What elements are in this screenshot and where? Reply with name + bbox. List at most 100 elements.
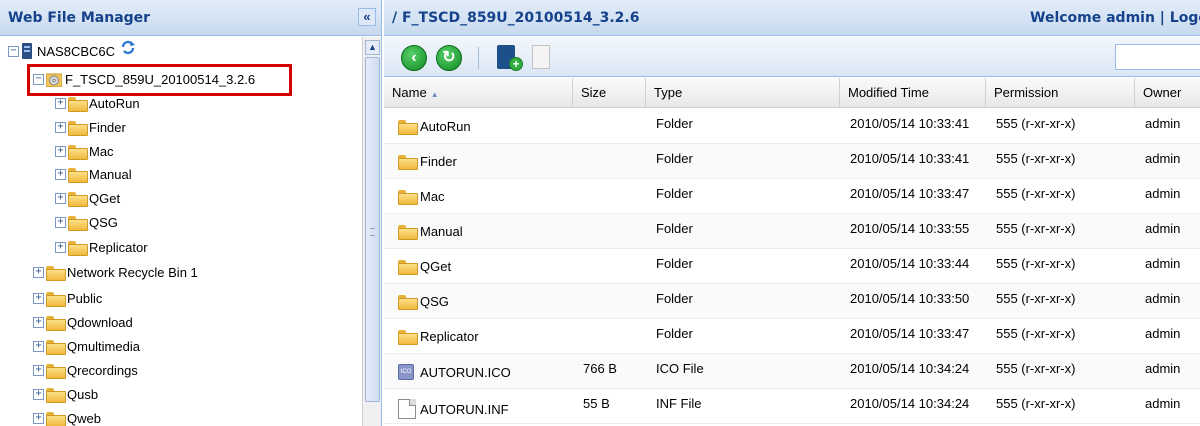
tree-scrollbar[interactable]: ▲ <box>362 37 381 426</box>
tree-node-label: Replicator <box>89 239 148 255</box>
expand-toggle-icon[interactable]: + <box>33 266 44 278</box>
tree-node-qdownload[interactable]: + Qdownload <box>33 311 133 333</box>
table-row[interactable]: QGet Folder 2010/05/14 10:33:44 555 (r-x… <box>384 249 1200 284</box>
file-type: Folder <box>656 256 693 271</box>
expand-toggle-icon[interactable]: + <box>33 292 44 304</box>
column-header-permission[interactable]: Permission <box>986 78 1135 108</box>
file-toolbar: ‹ ↻ + <box>384 37 1200 77</box>
tree-node-finder[interactable]: + Finder <box>55 116 126 138</box>
refresh-icon[interactable] <box>120 40 136 54</box>
collapse-toggle-icon[interactable]: − <box>8 45 19 57</box>
expand-toggle-icon[interactable]: + <box>55 241 66 253</box>
tree-node-label: Public <box>67 290 103 306</box>
tree-node-public[interactable]: + Public <box>33 287 102 309</box>
permission: 555 (r-xr-xr-x) <box>996 186 1076 201</box>
tree-node-qget[interactable]: + QGet <box>55 187 120 209</box>
file-name: QGet <box>420 259 452 274</box>
welcome-text[interactable]: Welcome admin | Logout <box>1030 10 1200 26</box>
collapse-toggle-icon[interactable]: − <box>33 73 44 85</box>
expand-toggle-icon[interactable]: + <box>55 216 66 228</box>
table-row[interactable]: Replicator Folder 2010/05/14 10:33:47 55… <box>384 319 1200 354</box>
tree-node-qrecordings[interactable]: + Qrecordings <box>33 359 138 381</box>
expand-toggle-icon[interactable]: + <box>55 121 66 133</box>
file-table: Name ▲ Size Type Modified Time Permission… <box>384 78 1200 426</box>
file-name-cell: QGet <box>398 259 452 275</box>
tree-node-label: F_TSCD_859U_20100514_3.2.6 <box>65 71 256 87</box>
refresh-button[interactable]: ↻ <box>436 45 462 71</box>
file-name-cell: AutoRun <box>398 119 471 135</box>
folder-icon <box>46 339 66 355</box>
tree-node-qsg[interactable]: + QSG <box>55 211 118 233</box>
expand-toggle-icon[interactable]: + <box>33 340 44 352</box>
table-row[interactable]: ICO AUTORUN.ICO 766 B ICO File 2010/05/14… <box>384 354 1200 389</box>
folder-icon <box>68 191 88 207</box>
file-name-cell: AUTORUN.INF <box>398 399 509 419</box>
new-folder-button[interactable]: + <box>497 45 523 71</box>
tree-panel-header: Web File Manager « <box>0 0 381 36</box>
inf-file-icon <box>398 399 416 419</box>
search-input[interactable] <box>1115 44 1200 70</box>
expand-toggle-icon[interactable]: + <box>55 192 66 204</box>
permission: 555 (r-xr-xr-x) <box>996 291 1076 306</box>
table-header: Name ▲ Size Type Modified Time Permission… <box>384 78 1200 108</box>
scrollbar-thumb[interactable] <box>365 57 380 402</box>
file-list-panel: / F_TSCD_859U_20100514_3.2.6 Welcome adm… <box>384 0 1200 426</box>
table-row[interactable]: Mac Folder 2010/05/14 10:33:47 555 (r-xr… <box>384 179 1200 214</box>
expand-toggle-icon[interactable]: + <box>55 168 66 180</box>
collapse-panel-button[interactable]: « <box>358 8 376 26</box>
file-name-cell: Mac <box>398 189 445 205</box>
tree-node-qweb[interactable]: + Qweb <box>33 407 101 426</box>
table-row[interactable]: Finder Folder 2010/05/14 10:33:41 555 (r… <box>384 144 1200 179</box>
tree-node-nas[interactable]: − NAS8CBC6C <box>8 40 136 62</box>
tree-node-label: NAS8CBC6C <box>37 43 116 59</box>
file-name: Finder <box>420 154 457 169</box>
expand-toggle-icon[interactable]: + <box>33 316 44 328</box>
tree-node-replicator[interactable]: + Replicator <box>55 236 148 258</box>
table-row[interactable]: Manual Folder 2010/05/14 10:33:55 555 (r… <box>384 214 1200 249</box>
owner: admin <box>1145 256 1181 271</box>
folder-icon <box>398 155 418 170</box>
column-header-modified[interactable]: Modified Time <box>840 78 986 108</box>
tree-node-label: Network Recycle Bin 1 <box>67 264 198 280</box>
owner: admin <box>1145 221 1181 236</box>
tree-node-manual[interactable]: + Manual <box>55 163 132 185</box>
column-header-owner[interactable]: Owner <box>1135 78 1200 108</box>
column-header-type[interactable]: Type <box>646 78 840 108</box>
tree-node-autorun[interactable]: + AutoRun <box>55 92 140 114</box>
back-button[interactable]: ‹ <box>401 45 427 71</box>
folder-icon <box>398 295 418 310</box>
tree-node-qusb[interactable]: + Qusb <box>33 383 98 405</box>
file-name-cell: Manual <box>398 224 463 240</box>
file-name: Mac <box>420 189 445 204</box>
column-header-size[interactable]: Size <box>573 78 646 108</box>
folder-icon <box>46 411 66 426</box>
expand-toggle-icon[interactable]: + <box>55 97 66 109</box>
folder-icon <box>46 387 66 403</box>
expand-toggle-icon[interactable]: + <box>33 364 44 376</box>
sort-ascending-icon: ▲ <box>430 90 439 99</box>
column-header-name[interactable]: Name ▲ <box>384 78 573 108</box>
expand-toggle-icon[interactable]: + <box>55 145 66 157</box>
tree-node-selected-share[interactable]: − F_TSCD_859U_20100514_3.2.6 <box>33 68 255 90</box>
folder-icon <box>68 215 88 231</box>
table-row[interactable]: AutoRun Folder 2010/05/14 10:33:41 555 (… <box>384 109 1200 144</box>
tree-node-qmultimedia[interactable]: + Qmultimedia <box>33 335 140 357</box>
copy-button[interactable] <box>532 45 558 71</box>
permission: 555 (r-xr-xr-x) <box>996 396 1076 411</box>
tree-node-mac[interactable]: + Mac <box>55 140 114 162</box>
table-row[interactable]: QSG Folder 2010/05/14 10:33:50 555 (r-xr… <box>384 284 1200 319</box>
owner: admin <box>1145 151 1181 166</box>
folder-icon <box>68 144 88 160</box>
tree-node-label: QSG <box>89 214 118 230</box>
expand-toggle-icon[interactable]: + <box>33 388 44 400</box>
tree-node-network-recycle-bin[interactable]: + Network Recycle Bin 1 <box>33 261 198 283</box>
tree-node-label: Finder <box>89 119 126 135</box>
table-row[interactable]: AUTORUN.INF 55 B INF File 2010/05/14 10:… <box>384 389 1200 424</box>
file-name: AutoRun <box>420 119 471 134</box>
folder-icon <box>398 260 418 275</box>
expand-toggle-icon[interactable]: + <box>33 412 44 424</box>
folder-icon <box>46 291 66 307</box>
grip-icon <box>370 228 375 236</box>
file-name-cell: Finder <box>398 154 457 170</box>
scroll-up-arrow-icon[interactable]: ▲ <box>365 40 380 55</box>
